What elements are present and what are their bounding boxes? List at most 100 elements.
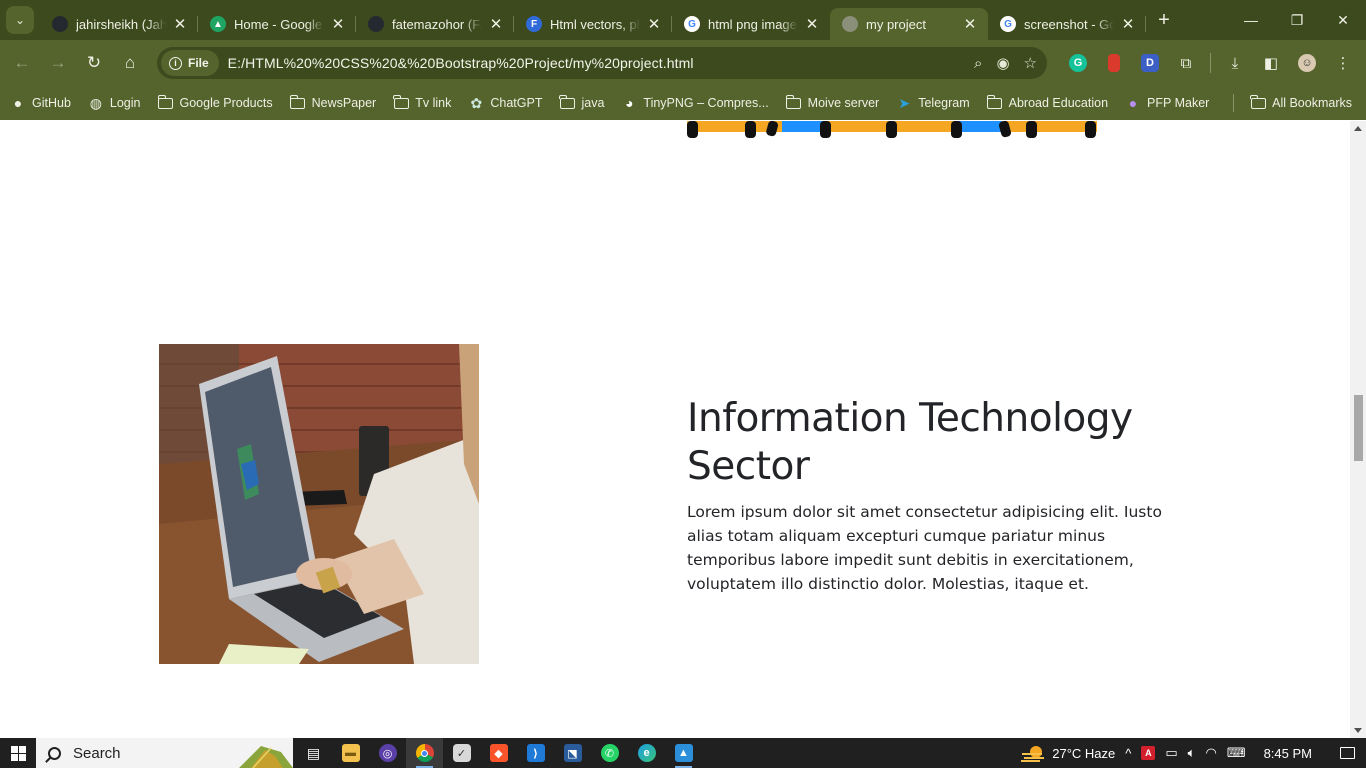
url-text[interactable]: E:/HTML%20%20CSS%20&%20Bootstrap%20Proje… xyxy=(228,55,694,71)
toolbar-divider xyxy=(1210,53,1211,73)
browser-tab[interactable]: Gscreenshot - Google ✕ xyxy=(988,8,1146,40)
close-tab-icon[interactable]: ✕ xyxy=(330,15,346,33)
restore-button[interactable]: ❐ xyxy=(1274,0,1320,40)
brave-app[interactable]: ◆ xyxy=(480,738,517,768)
grammarly-icon: G xyxy=(1069,54,1087,72)
edge-app[interactable]: e xyxy=(628,738,665,768)
bookmark-item[interactable]: NewsPaper xyxy=(289,94,376,111)
acrobat-tray[interactable]: A xyxy=(1141,746,1156,760)
notification-center-button[interactable] xyxy=(1328,738,1366,768)
taskbar-search-box[interactable]: Search xyxy=(36,738,293,768)
photos-app[interactable]: ▲ xyxy=(665,738,702,768)
bookmark-item[interactable]: Google Products xyxy=(157,94,273,111)
side-panel-button[interactable]: ◧ xyxy=(1253,45,1289,81)
bookmark-item[interactable]: ➤ Telegram xyxy=(896,95,969,111)
extensions-button[interactable]: ⧉ xyxy=(1168,45,1204,81)
bookmark-item[interactable]: ◍ Login xyxy=(88,95,141,111)
windows-taskbar: Search ▤ ▬ ◎ ✓ ◆ ⟩ ⬔ ✆ e ▲ 27°C Haze ^ A… xyxy=(0,738,1366,768)
volume-tray[interactable]: 🔈︎ xyxy=(1188,745,1196,761)
bookmark-item[interactable]: ● PFP Maker xyxy=(1125,95,1210,111)
scroll-down-arrow-icon[interactable] xyxy=(1354,728,1362,733)
tab-search-button[interactable]: ⌄ xyxy=(6,6,34,34)
bookmark-label: ChatGPT xyxy=(490,96,543,110)
site-info-chip[interactable]: i File xyxy=(161,50,219,76)
back-button[interactable]: ← xyxy=(4,45,40,81)
new-tab-button[interactable]: + xyxy=(1150,9,1178,32)
close-window-button[interactable]: ✕ xyxy=(1320,0,1366,40)
keyboard-tray[interactable]: ⌨ xyxy=(1227,745,1246,761)
all-bookmarks-button[interactable]: All Bookmarks xyxy=(1250,94,1352,111)
purple-app-icon: ◎ xyxy=(378,744,397,762)
globe-icon: ◍ xyxy=(89,94,103,111)
weather-widget[interactable]: 27°C Haze xyxy=(1020,744,1115,762)
tracking-protection-icon[interactable]: ◉ xyxy=(996,54,1009,72)
page-scrollbar[interactable] xyxy=(1350,121,1366,738)
folder-icon xyxy=(559,94,575,111)
wifi-tray[interactable]: ◠ xyxy=(1205,745,1216,761)
home-button[interactable]: ⌂ xyxy=(112,45,148,81)
downloads-button[interactable]: ⤓ xyxy=(1217,45,1253,81)
close-tab-icon[interactable]: ✕ xyxy=(962,15,978,33)
bookmark-label: Tv link xyxy=(415,96,452,110)
file-explorer-app[interactable]: ▬ xyxy=(332,738,369,768)
system-tray: 27°C Haze ^ A ▭ 🔈︎ ◠ ⌨ 8:45 PM xyxy=(1020,738,1366,768)
reload-button[interactable]: ↻ xyxy=(76,45,112,81)
whatsapp-app[interactable]: ✆ xyxy=(591,738,628,768)
grammarly-extension[interactable]: G xyxy=(1060,45,1096,81)
close-tab-icon[interactable]: ✕ xyxy=(646,15,662,33)
bookmarks-divider xyxy=(1233,94,1235,112)
minimize-button[interactable]: — xyxy=(1228,0,1274,40)
bookmark-star-icon[interactable]: ☆ xyxy=(1024,54,1037,72)
close-tab-icon[interactable]: ✕ xyxy=(804,15,820,33)
bookmark-item[interactable]: Moive server xyxy=(785,94,879,111)
close-icon: ✕ xyxy=(1337,11,1349,28)
app-gray[interactable]: ✓ xyxy=(443,738,480,768)
forward-button[interactable]: → xyxy=(40,45,76,81)
bookmark-label: Google Products xyxy=(179,96,273,110)
tab-title: Html vectors, photos xyxy=(550,16,640,32)
app-blue[interactable]: ⬔ xyxy=(554,738,591,768)
bookmark-item[interactable]: java xyxy=(559,94,604,111)
extensions-area: G D ⧉ ⤓ ◧ ☺ ⋮ xyxy=(1060,40,1361,86)
browser-tab[interactable]: F Html vectors, photos ✕ xyxy=(514,8,672,40)
d-extension[interactable]: D xyxy=(1132,45,1168,81)
browser-tab[interactable]: ▲ Home - Google Drive ✕ xyxy=(198,8,356,40)
bookmark-item[interactable]: ✿ ChatGPT xyxy=(468,95,542,111)
brave-icon: ◆ xyxy=(489,744,508,762)
start-button[interactable] xyxy=(0,738,36,768)
close-tab-icon[interactable]: ✕ xyxy=(488,15,504,33)
folder-icon xyxy=(393,94,409,111)
bookmark-item[interactable]: ● GitHub xyxy=(10,95,71,111)
show-hidden-icons-button[interactable]: ^ xyxy=(1125,746,1131,761)
browser-tab[interactable]: Ghtml png image ✕ xyxy=(672,8,830,40)
clock[interactable]: 8:45 PM xyxy=(1264,746,1312,761)
scrollbar-thumb[interactable] xyxy=(1354,395,1363,461)
app-purple[interactable]: ◎ xyxy=(369,738,406,768)
browser-tab[interactable]: my project ✕ xyxy=(830,8,988,40)
search-icon xyxy=(48,746,61,760)
bookmark-extension[interactable] xyxy=(1096,45,1132,81)
chevron-up-icon: ^ xyxy=(1125,745,1132,761)
address-bar[interactable]: i File E:/HTML%20%20CSS%20&%20Bootstrap%… xyxy=(157,47,1047,79)
bookmark-label: TinyPNG – Compres... xyxy=(643,96,769,110)
tab-separator xyxy=(1145,16,1146,32)
chrome-app[interactable] xyxy=(406,738,443,768)
info-icon: i xyxy=(169,56,182,70)
section-paragraph: Lorem ipsum dolor sit amet consectetur a… xyxy=(687,503,1162,593)
browser-tab[interactable]: jahirsheikh (Jahir ✕ xyxy=(40,8,198,40)
google-icon: G xyxy=(684,16,700,32)
browser-tab[interactable]: fatemazohor (Fatema ✕ xyxy=(356,8,514,40)
bookmark-item[interactable]: Tv link xyxy=(393,94,452,111)
bookmark-item[interactable]: ◕ TinyPNG – Compres... xyxy=(621,95,769,111)
profile-button[interactable]: ☺ xyxy=(1289,45,1325,81)
bookmark-item[interactable]: Abroad Education xyxy=(986,94,1108,111)
scroll-up-arrow-icon[interactable] xyxy=(1354,126,1362,131)
folder-icon xyxy=(785,94,802,111)
zoom-icon[interactable]: ⌕ xyxy=(974,55,982,72)
close-tab-icon[interactable]: ✕ xyxy=(172,15,188,33)
battery-tray[interactable]: ▭ xyxy=(1165,745,1177,761)
vscode-app[interactable]: ⟩ xyxy=(517,738,554,768)
menu-button[interactable]: ⋮ xyxy=(1325,45,1361,81)
task-view-button[interactable]: ▤ xyxy=(295,738,332,768)
close-tab-icon[interactable]: ✕ xyxy=(1120,15,1136,33)
